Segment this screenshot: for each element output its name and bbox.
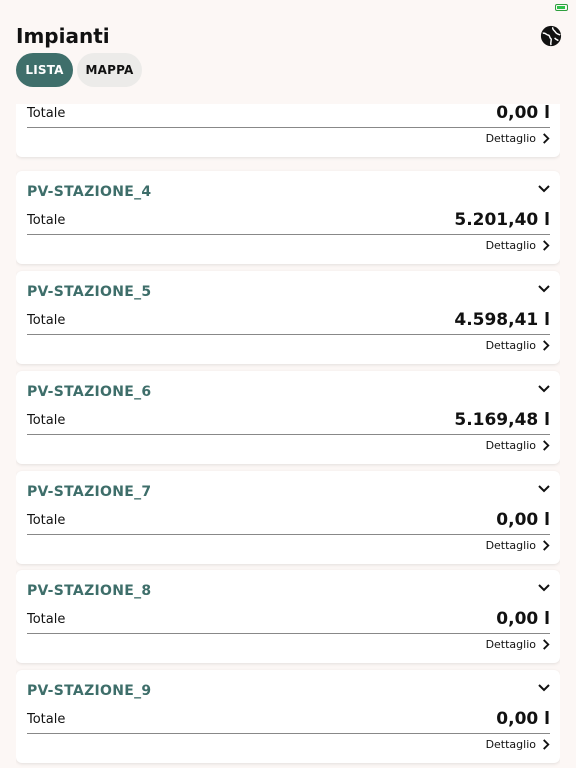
chevron-down-icon[interactable] <box>538 584 550 592</box>
station-card[interactable]: PV-STAZIONE_9 Totale 0,00 l Dettaglio <box>16 670 560 763</box>
divider <box>27 334 550 335</box>
total-label: Totale <box>27 612 66 627</box>
station-card[interactable]: PV-STAZIONE_6 Totale 5.169,48 l Dettagli… <box>16 371 560 464</box>
stations-list[interactable]: Totale 0,00 l Dettaglio PV-STAZIONE_4 To… <box>16 104 560 768</box>
chevron-down-icon[interactable] <box>538 285 550 293</box>
page-title: Impianti <box>16 24 110 48</box>
chevron-right-icon <box>543 440 550 451</box>
total-label: Totale <box>27 712 66 727</box>
station-name: PV-STAZIONE_7 <box>27 484 152 500</box>
chevron-down-icon[interactable] <box>538 684 550 692</box>
station-card[interactable]: PV-STAZIONE_4 Totale 5.201,40 l Dettagli… <box>16 171 560 264</box>
total-value: 0,00 l <box>496 510 550 530</box>
chevron-down-icon[interactable] <box>538 385 550 393</box>
detail-label: Dettaglio <box>485 239 536 252</box>
divider <box>27 633 550 634</box>
total-value: 5.201,40 l <box>454 210 550 230</box>
total-value: 0,00 l <box>496 609 550 629</box>
chevron-right-icon <box>543 639 550 650</box>
station-card[interactable]: PV-STAZIONE_5 Totale 4.598,41 l Dettagli… <box>16 271 560 364</box>
chevron-right-icon <box>543 133 550 144</box>
total-label: Totale <box>27 513 66 528</box>
chevron-right-icon <box>543 340 550 351</box>
detail-link[interactable]: Dettaglio <box>486 439 550 452</box>
total-label: Totale <box>27 106 66 121</box>
station-card[interactable]: PV-STAZIONE_8 Totale 0,00 l Dettaglio <box>16 570 560 663</box>
tab-mappa[interactable]: MAPPA <box>77 53 142 87</box>
chevron-right-icon <box>543 240 550 251</box>
total-value: 0,00 l <box>496 709 550 729</box>
station-name: PV-STAZIONE_5 <box>27 284 152 300</box>
detail-label: Dettaglio <box>485 738 536 751</box>
globe-icon[interactable] <box>540 25 562 47</box>
station-card[interactable]: PV-STAZIONE_7 Totale 0,00 l Dettaglio <box>16 471 560 564</box>
total-value: 4.598,41 l <box>454 310 550 330</box>
detail-link[interactable]: Dettaglio <box>486 638 550 651</box>
station-card[interactable]: Totale 0,00 l Dettaglio <box>16 104 560 157</box>
total-label: Totale <box>27 313 66 328</box>
divider <box>27 534 550 535</box>
tab-lista[interactable]: LISTA <box>16 53 73 87</box>
header: Impianti LISTA MAPPA <box>0 0 576 100</box>
view-tabs: LISTA MAPPA <box>16 53 142 87</box>
station-name: PV-STAZIONE_6 <box>27 384 152 400</box>
detail-link[interactable]: Dettaglio <box>486 539 550 552</box>
chevron-right-icon <box>543 540 550 551</box>
chevron-right-icon <box>543 739 550 750</box>
detail-label: Dettaglio <box>485 339 536 352</box>
divider <box>27 234 550 235</box>
detail-label: Dettaglio <box>485 539 536 552</box>
total-value: 0,00 l <box>496 104 550 123</box>
detail-link[interactable]: Dettaglio <box>486 132 550 145</box>
chevron-down-icon[interactable] <box>538 485 550 493</box>
detail-label: Dettaglio <box>485 638 536 651</box>
total-label: Totale <box>27 213 66 228</box>
divider <box>27 127 550 128</box>
detail-link[interactable]: Dettaglio <box>486 738 550 751</box>
divider <box>27 733 550 734</box>
divider <box>27 434 550 435</box>
station-name: PV-STAZIONE_4 <box>27 184 152 200</box>
detail-label: Dettaglio <box>485 439 536 452</box>
chevron-down-icon[interactable] <box>538 185 550 193</box>
total-value: 5.169,48 l <box>454 410 550 430</box>
station-name: PV-STAZIONE_9 <box>27 683 152 699</box>
total-label: Totale <box>27 413 66 428</box>
station-name: PV-STAZIONE_8 <box>27 583 152 599</box>
detail-label: Dettaglio <box>485 132 536 145</box>
detail-link[interactable]: Dettaglio <box>486 339 550 352</box>
detail-link[interactable]: Dettaglio <box>486 239 550 252</box>
